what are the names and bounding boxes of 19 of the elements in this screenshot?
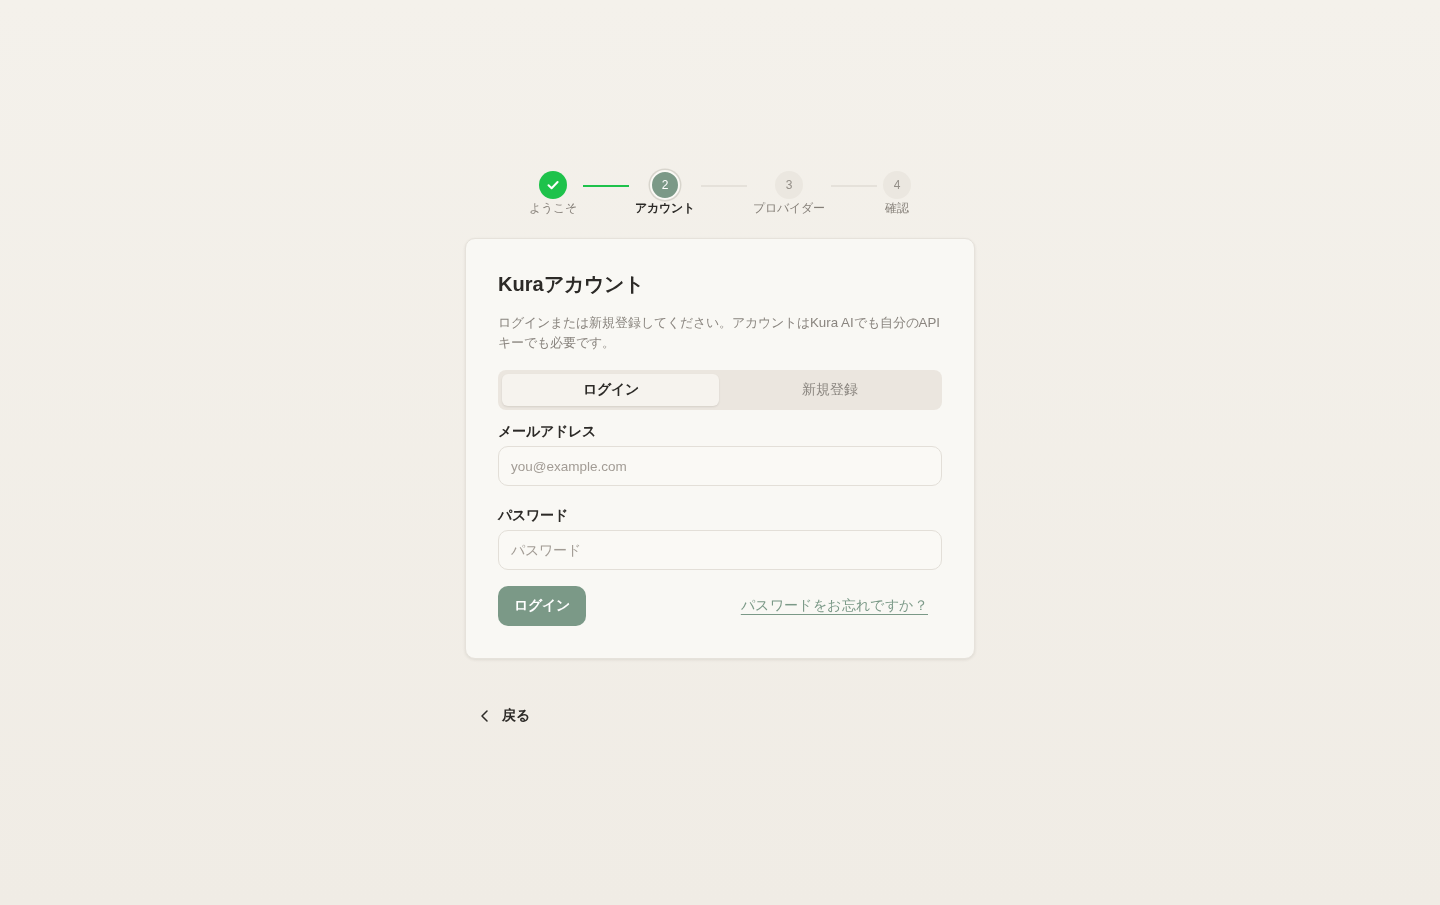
step-number: 3: [775, 171, 803, 199]
card-description: ログインまたは新規登録してください。アカウントはKura AIでも自分のAPIキーでも必要です。: [498, 314, 942, 352]
step-number: 2: [650, 170, 680, 200]
tab[interactable]: 新規登録: [721, 374, 938, 406]
step-label: プロバイダー: [753, 201, 825, 215]
step-number: 4: [883, 171, 911, 199]
input-field[interactable]: パスワード: [498, 530, 942, 570]
login-button[interactable]: ログイン: [498, 586, 586, 626]
forgot-password-link[interactable]: パスワードをお忘れですか？: [740, 597, 928, 615]
field-label: パスワード: [498, 506, 568, 525]
step-label: ようこそ: [529, 201, 577, 215]
tab[interactable]: ログイン: [502, 374, 719, 406]
input-field[interactable]: you@example.com: [498, 446, 942, 486]
card-title: Kuraアカウント: [498, 272, 645, 297]
step-label: 確認: [885, 201, 909, 215]
step-label: アカウント: [635, 201, 695, 215]
back-button[interactable]: 戻る: [477, 701, 534, 731]
field-label: メールアドレス: [498, 422, 596, 441]
chevron-left-icon: [481, 710, 488, 722]
